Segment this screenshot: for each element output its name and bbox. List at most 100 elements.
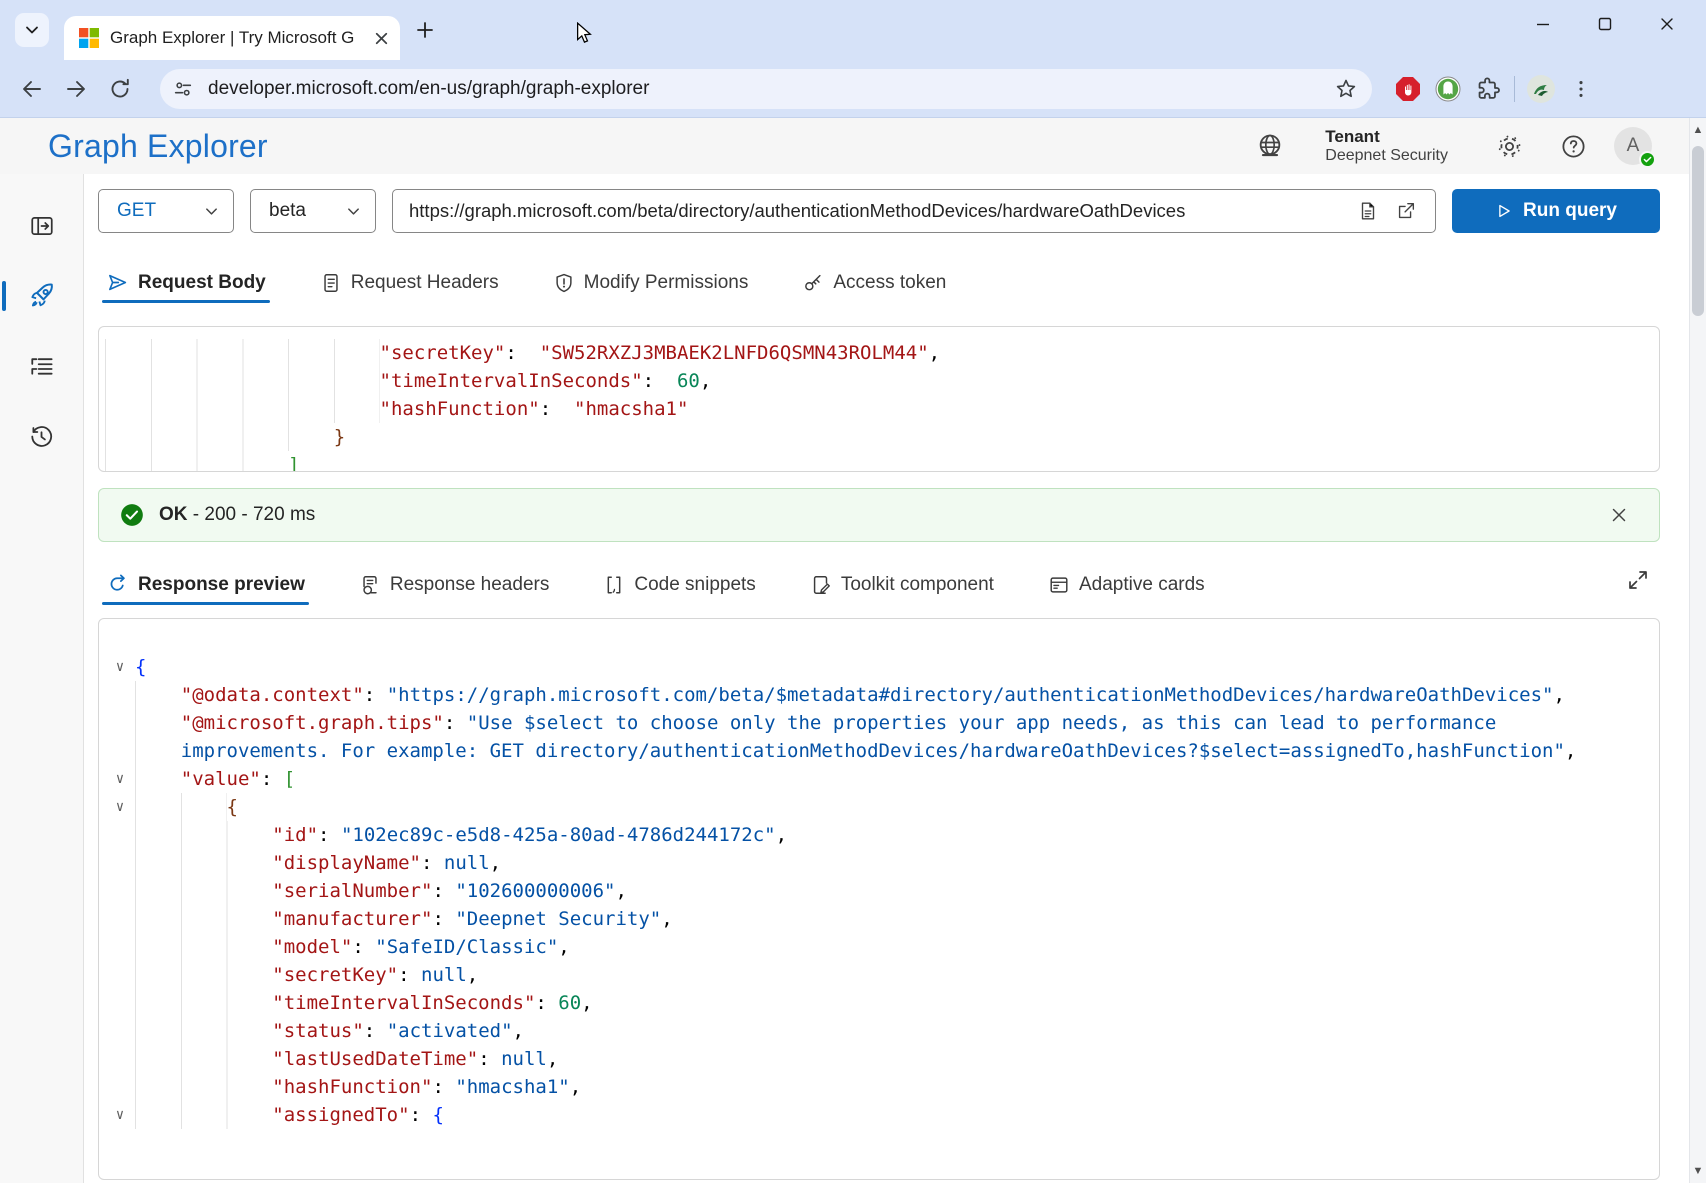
sidebar-item-history[interactable] — [20, 414, 64, 458]
request-body-editor[interactable]: "secretKey": "SW52RXZJ3MBAEK2LNFD6QSMN43… — [98, 326, 1660, 472]
code-line: ] — [105, 451, 1659, 472]
tab-adaptive-cards[interactable]: Adaptive cards — [1044, 574, 1209, 610]
tab-label: Adaptive cards — [1079, 574, 1205, 596]
site-info-icon[interactable] — [172, 78, 194, 100]
scroll-up-arrow[interactable]: ▲ — [1690, 122, 1706, 138]
chevron-down-icon — [24, 22, 40, 38]
reload-icon — [108, 77, 132, 101]
code-line: "secretKey": null, — [105, 961, 1659, 989]
query-url-text[interactable]: https://graph.microsoft.com/beta/directo… — [409, 200, 1349, 222]
key-icon — [802, 272, 824, 294]
tab-response-headers[interactable]: Response headers — [355, 574, 554, 610]
version-value: beta — [269, 200, 306, 222]
url-text[interactable]: developer.microsoft.com/en-us/graph/grap… — [208, 78, 1334, 100]
copy-document-button[interactable] — [1349, 192, 1387, 230]
tab-title: Graph Explorer | Try Microsoft G — [110, 28, 367, 48]
new-tab-button[interactable] — [408, 13, 442, 47]
rocket-icon — [27, 281, 57, 311]
gutter — [105, 709, 135, 737]
tab-code-snippets[interactable]: Code snippets — [599, 574, 759, 610]
request-tabs: Request Body Request Headers Modify Perm… — [102, 250, 1660, 308]
scroll-down-arrow[interactable]: ▼ — [1690, 1163, 1706, 1179]
globe-icon — [1256, 132, 1284, 160]
collapse-chevron-icon[interactable]: ∨ — [105, 765, 135, 793]
adaptive-card-icon — [1048, 574, 1070, 596]
method-select[interactable]: GET — [98, 189, 234, 233]
close-icon — [1609, 505, 1629, 525]
tab-label: Modify Permissions — [584, 272, 749, 294]
code-line: improvements. For example: GET directory… — [105, 737, 1659, 765]
code-line: "status": "activated", — [105, 1017, 1659, 1045]
address-bar[interactable]: developer.microsoft.com/en-us/graph/grap… — [160, 69, 1372, 109]
tab-request-body[interactable]: Request Body — [102, 271, 270, 308]
help-button[interactable] — [1550, 123, 1596, 169]
expand-icon — [1626, 568, 1650, 592]
query-url-input[interactable]: https://graph.microsoft.com/beta/directo… — [392, 189, 1436, 233]
forward-button[interactable] — [54, 67, 98, 111]
tab-response-preview[interactable]: Response preview — [102, 573, 309, 610]
close-icon — [1657, 14, 1677, 34]
gutter — [105, 905, 135, 933]
browser-profile-avatar[interactable] — [1521, 69, 1561, 109]
collapse-chevron-icon[interactable]: ∨ — [105, 653, 135, 681]
account-avatar[interactable]: A — [1614, 127, 1652, 165]
back-button[interactable] — [10, 67, 54, 111]
success-check-icon — [119, 502, 145, 528]
scrollbar-thumb[interactable] — [1692, 146, 1704, 316]
gutter — [105, 1017, 135, 1045]
gutter — [105, 737, 135, 765]
settings-button[interactable] — [1486, 123, 1532, 169]
dismiss-status-button[interactable] — [1601, 497, 1637, 533]
tab-close-icon[interactable] — [373, 30, 390, 47]
code-line: "lastUsedDateTime": null, — [105, 1045, 1659, 1073]
status-text: OK - 200 - 720 ms — [159, 504, 315, 526]
browser-titlebar: Graph Explorer | Try Microsoft G — [0, 0, 1706, 60]
share-query-button[interactable] — [1387, 192, 1425, 230]
tab-toolkit-component[interactable]: Toolkit component — [806, 574, 998, 610]
extensions-button[interactable] — [1468, 69, 1508, 109]
tenant-globe-button[interactable] — [1247, 123, 1293, 169]
tab-access-token[interactable]: Access token — [798, 272, 950, 308]
code-line: ∨{ — [105, 653, 1659, 681]
ghostery-icon — [1434, 75, 1462, 103]
sidebar-item-run-query[interactable] — [20, 274, 64, 318]
code-line: ∨ "value": [ — [105, 765, 1659, 793]
minimize-button[interactable] — [1512, 0, 1574, 48]
code-line: "displayName": null, — [105, 849, 1659, 877]
response-preview-viewer[interactable]: ∨{ "@odata.context": "https://graph.micr… — [98, 618, 1660, 1180]
chevron-down-icon — [204, 204, 219, 219]
code-line: "id": "102ec89c-e5d8-425a-80ad-4786d2441… — [105, 821, 1659, 849]
microsoft-favicon — [78, 27, 100, 49]
tab-request-headers[interactable]: Request Headers — [316, 272, 503, 308]
history-clock-icon — [28, 423, 55, 450]
maximize-button[interactable] — [1574, 0, 1636, 48]
adblock-extension-icon[interactable] — [1388, 69, 1428, 109]
sidebar-item-sample-queries[interactable] — [20, 344, 64, 388]
expand-response-button[interactable] — [1618, 560, 1658, 600]
sidebar — [0, 174, 84, 1183]
tab-search-button[interactable] — [15, 13, 49, 47]
minimize-icon — [1533, 14, 1553, 34]
reload-button[interactable] — [98, 67, 142, 111]
close-window-button[interactable] — [1636, 0, 1698, 48]
sample-queries-list-icon — [28, 353, 55, 380]
browser-tab[interactable]: Graph Explorer | Try Microsoft G — [64, 16, 400, 60]
collapse-chevron-icon[interactable]: ∨ — [105, 1101, 135, 1129]
tab-modify-permissions[interactable]: Modify Permissions — [549, 272, 753, 308]
maximize-icon — [1595, 14, 1615, 34]
ghostery-extension-icon[interactable] — [1428, 69, 1468, 109]
code-line: "secretKey": "SW52RXZJ3MBAEK2LNFD6QSMN43… — [105, 339, 1659, 367]
status-detail: - 200 - 720 ms — [193, 504, 316, 525]
version-select[interactable]: beta — [250, 189, 376, 233]
bookmark-star-icon[interactable] — [1334, 77, 1358, 101]
code-line: } — [105, 423, 1659, 451]
run-query-button[interactable]: Run query — [1452, 189, 1660, 233]
browser-menu-button[interactable] — [1561, 69, 1601, 109]
gutter — [105, 877, 135, 905]
page-scrollbar[interactable]: ▲ ▼ — [1689, 118, 1706, 1183]
code-line: "hashFunction": "hmacsha1", — [105, 1073, 1659, 1101]
collapse-chevron-icon[interactable]: ∨ — [105, 793, 135, 821]
gutter — [105, 933, 135, 961]
sidebar-expand-button[interactable] — [20, 204, 64, 248]
code-line: "model": "SafeID/Classic", — [105, 933, 1659, 961]
